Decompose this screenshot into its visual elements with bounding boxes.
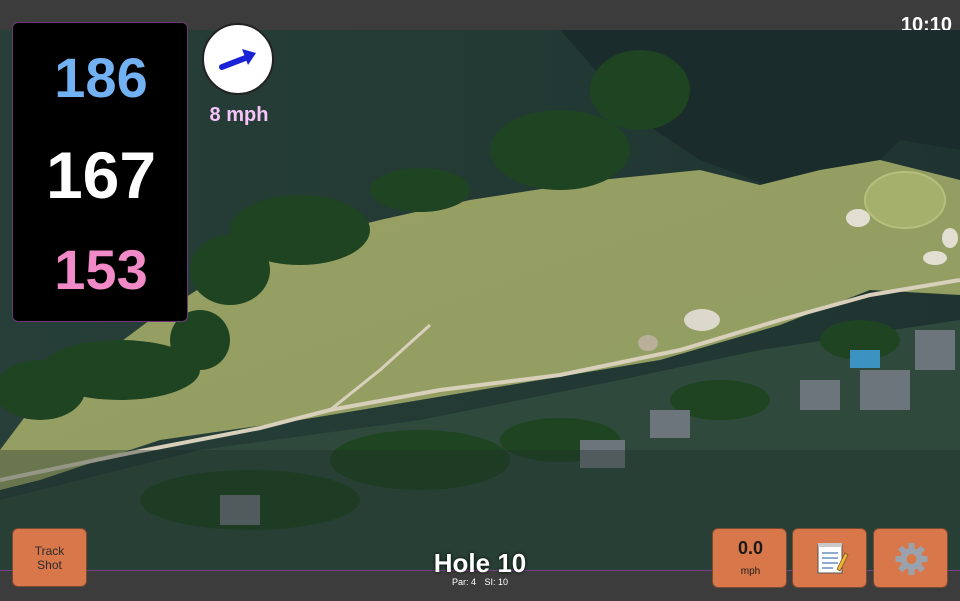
- hole-info: Par: 4 SI: 10: [380, 577, 580, 587]
- track-shot-button[interactable]: Track Shot: [12, 528, 87, 587]
- wind-indicator: [202, 23, 274, 95]
- hole-title: Hole 10: [433, 548, 527, 578]
- distance-back: 186: [54, 46, 148, 109]
- speed-value: 0.0: [737, 538, 764, 558]
- notepad-icon: [817, 543, 849, 574]
- hole-stroke-index: SI: 10: [484, 577, 509, 587]
- distance-front: 153: [54, 238, 148, 301]
- distance-middle: 167: [45, 138, 157, 212]
- wind-direction-arrow-icon: [219, 49, 256, 70]
- notes-button[interactable]: [792, 528, 867, 588]
- distance-panel: 186 167 153: [12, 22, 188, 322]
- settings-button[interactable]: [873, 528, 948, 588]
- speed-button[interactable]: 0.0 mph: [712, 528, 787, 588]
- hole-par: Par: 4: [451, 577, 476, 587]
- speed-unit: mph: [740, 566, 761, 577]
- track-shot-label: Track Shot: [34, 543, 65, 572]
- gear-icon: [895, 543, 928, 575]
- wind-speed: 8 mph: [209, 104, 269, 126]
